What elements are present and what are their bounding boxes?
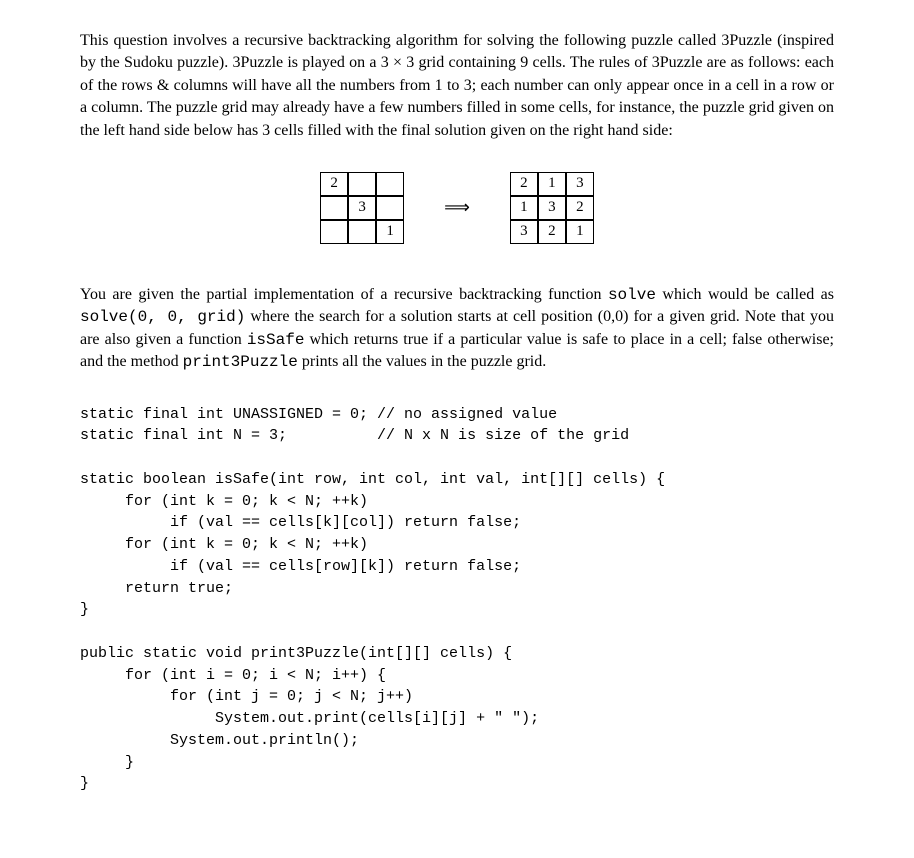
grid-left-cell [348,220,376,244]
implies-arrow-icon: ⟹ [444,195,470,220]
grid-left-cell [348,172,376,196]
grid-right-cell: 3 [538,196,566,220]
para2-t2: which would be called as [656,286,834,303]
para2-c3: isSafe [247,331,305,349]
grid-left-cell [320,196,348,220]
grid-left: 2 3 1 [320,172,404,244]
grid-right-cell: 2 [566,196,594,220]
grid-right-cell: 1 [566,220,594,244]
grid-left-cell [376,196,404,220]
grid-right-cell: 3 [566,172,594,196]
grid-right-cell: 3 [510,220,538,244]
grid-right-cell: 2 [510,172,538,196]
grid-left-cell: 2 [320,172,348,196]
para2-c2: solve(0, 0, grid) [80,308,245,326]
grid-left-cell [376,172,404,196]
paragraph-2: You are given the partial implementation… [80,284,834,374]
grid-left-cell [320,220,348,244]
para2-t1: You are given the partial implementation… [80,286,608,303]
puzzle-grids-row: 2 3 1 ⟹ 2 1 3 1 3 2 3 2 1 [80,172,834,244]
para2-c1: solve [608,286,656,304]
paragraph-1: This question involves a recursive backt… [80,30,834,142]
grid-right-cell: 1 [538,172,566,196]
grid-left-cell: 3 [348,196,376,220]
grid-right-cell: 2 [538,220,566,244]
grid-right-cell: 1 [510,196,538,220]
grid-right: 2 1 3 1 3 2 3 2 1 [510,172,594,244]
grid-left-cell: 1 [376,220,404,244]
para2-c4: print3Puzzle [183,353,298,371]
para1-text: This question involves a recursive backt… [80,32,834,139]
para2-t5: prints all the values in the puzzle grid… [298,353,546,370]
code-block: static final int UNASSIGNED = 0; // no a… [80,404,834,796]
